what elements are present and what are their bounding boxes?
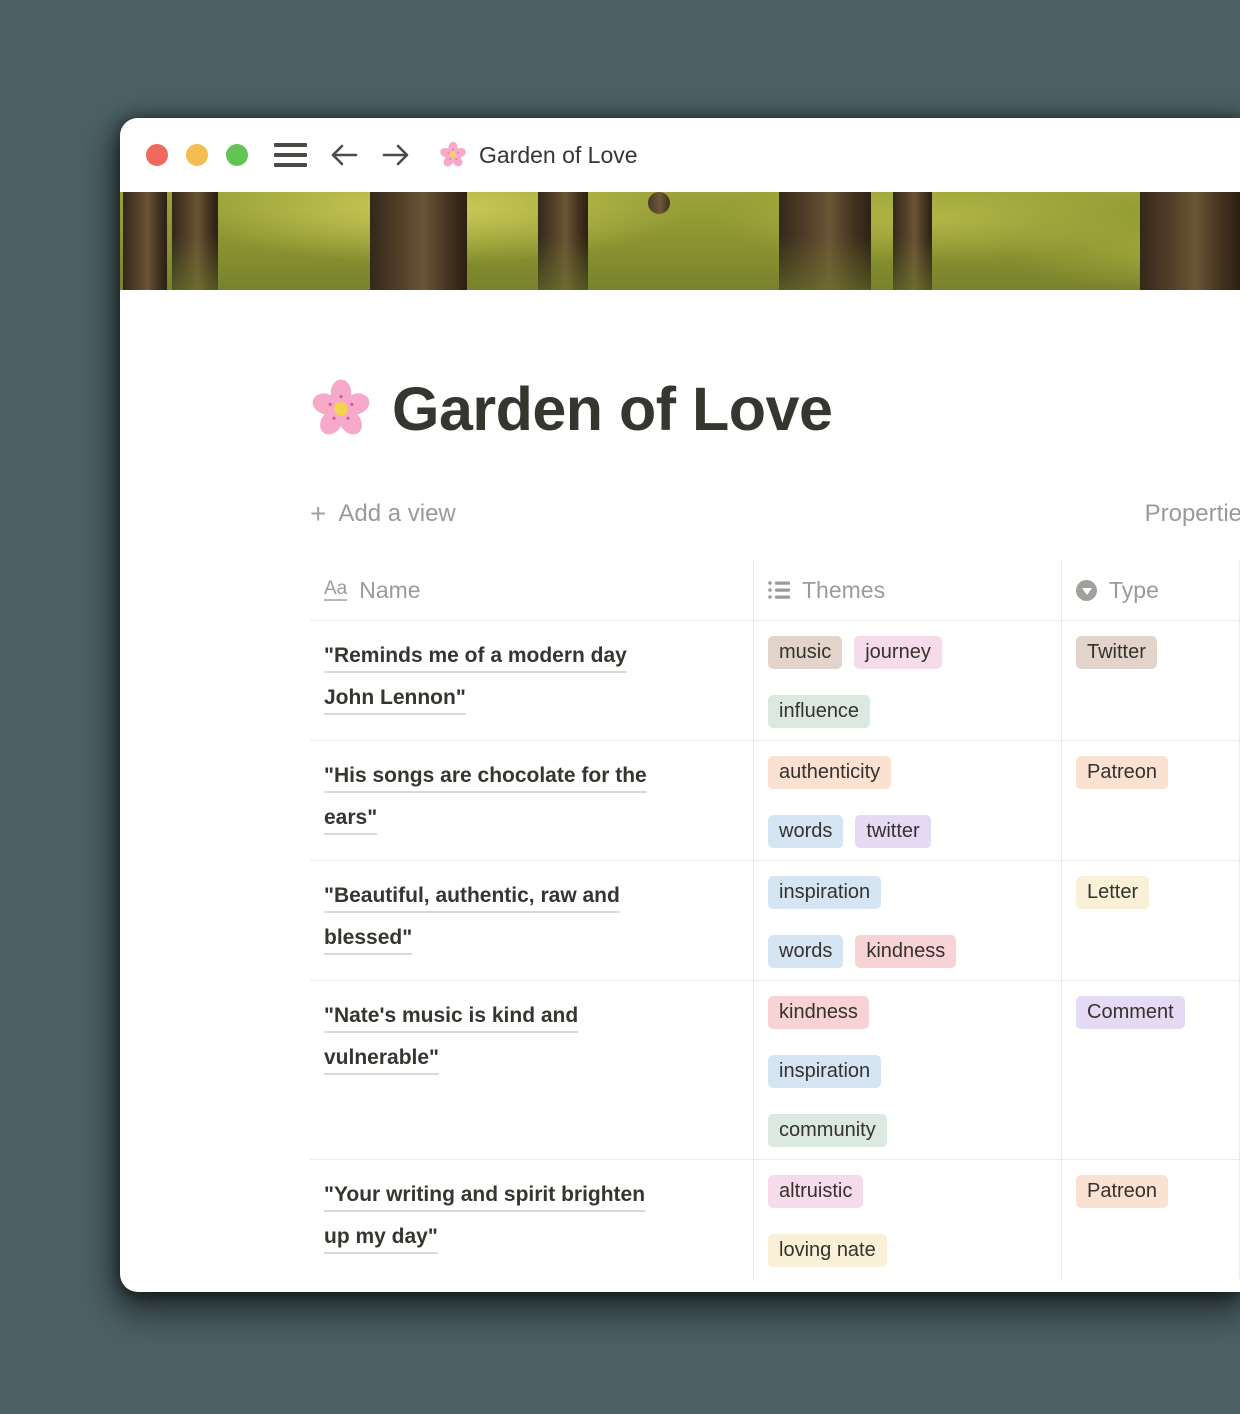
close-button[interactable] <box>146 144 168 166</box>
tree-trunk <box>172 192 218 290</box>
theme-tag: altruistic <box>768 1175 863 1208</box>
name-cell[interactable]: "His songs are chocolate for the ears" <box>310 741 753 860</box>
back-arrow-icon <box>329 142 359 168</box>
name-cell[interactable]: "Reminds me of a modern day John Lennon" <box>310 621 753 740</box>
cover-image <box>120 192 1240 290</box>
theme-tag: kindness <box>768 996 869 1029</box>
tree-trunk <box>370 192 467 290</box>
table-header-row: Aa Name Themes Type <box>310 560 1240 620</box>
theme-tag: community <box>768 1114 887 1147</box>
row-title[interactable]: "His songs are chocolate for the ears" <box>324 764 647 835</box>
view-toolbar: + Add a view Properties <box>310 490 1240 538</box>
row-title[interactable]: "Reminds me of a modern day John Lennon" <box>324 644 627 715</box>
cherry-blossom-icon <box>439 141 467 169</box>
titlebar-title: Garden of Love <box>479 142 638 169</box>
table-row: "Beautiful, authentic, raw and blessed" … <box>310 860 1240 980</box>
type-tag: Patreon <box>1076 756 1168 789</box>
theme-tag: loving nate <box>768 1234 887 1267</box>
theme-tag: music <box>768 636 842 669</box>
column-label: Name <box>359 577 420 604</box>
add-view-button[interactable]: + Add a view <box>310 498 456 530</box>
theme-tag: inspiration <box>768 1055 881 1088</box>
tree-trunk <box>1140 192 1240 290</box>
forward-arrow-icon <box>381 142 411 168</box>
row-title[interactable]: "Your writing and spirit brighten up my … <box>324 1183 645 1254</box>
menu-icon[interactable] <box>274 143 307 167</box>
column-header-type[interactable]: Type <box>1061 560 1240 620</box>
back-button[interactable] <box>329 142 359 168</box>
tree-trunk <box>648 192 670 214</box>
count-calculation[interactable]: COUNT 6 <box>310 1279 753 1292</box>
cherry-blossom-icon[interactable] <box>310 378 372 440</box>
title-property-icon: Aa <box>324 579 347 601</box>
type-cell[interactable]: Comment <box>1061 981 1240 1159</box>
select-property-icon <box>1076 580 1097 601</box>
type-tag: Twitter <box>1076 636 1157 669</box>
add-view-label: Add a view <box>338 500 455 528</box>
type-tag: Comment <box>1076 996 1185 1029</box>
themes-cell[interactable]: altruistic loving nate <box>753 1160 1061 1279</box>
tree-trunk <box>538 192 588 290</box>
window-titlebar: Garden of Love <box>120 118 1240 192</box>
theme-tag: twitter <box>855 815 930 848</box>
type-tag: Patreon <box>1076 1175 1168 1208</box>
type-cell[interactable]: Letter <box>1061 861 1240 980</box>
minimize-button[interactable] <box>186 144 208 166</box>
table-row: "Nate's music is kind and vulnerable" ki… <box>310 980 1240 1159</box>
name-cell[interactable]: "Beautiful, authentic, raw and blessed" <box>310 861 753 980</box>
theme-tag: kindness <box>855 935 956 968</box>
traffic-lights <box>146 144 248 166</box>
notion-window: Garden of Love <box>120 118 1240 1292</box>
type-tag: Letter <box>1076 876 1149 909</box>
properties-button[interactable]: Properties <box>1145 500 1240 528</box>
type-cell[interactable]: Patreon <box>1061 741 1240 860</box>
zoom-button[interactable] <box>226 144 248 166</box>
tree-trunk <box>123 192 167 290</box>
database-table: Aa Name Themes Type <box>310 560 1240 1292</box>
name-cell[interactable]: "Your writing and spirit brighten up my … <box>310 1160 753 1279</box>
name-cell[interactable]: "Nate's music is kind and vulnerable" <box>310 981 753 1159</box>
column-header-name[interactable]: Aa Name <box>310 560 753 620</box>
theme-tag: authenticity <box>768 756 891 789</box>
themes-cell[interactable]: inspiration words kindness <box>753 861 1061 980</box>
table-footer: COUNT 6 <box>310 1279 1240 1292</box>
theme-tag: inspiration <box>768 876 881 909</box>
theme-tag: words <box>768 815 843 848</box>
column-label: Type <box>1109 577 1159 604</box>
theme-tag: influence <box>768 695 870 728</box>
table-row: "His songs are chocolate for the ears" a… <box>310 740 1240 860</box>
column-label: Themes <box>802 577 885 604</box>
multi-select-icon <box>768 580 790 600</box>
theme-tag: words <box>768 935 843 968</box>
theme-tag: journey <box>854 636 942 669</box>
themes-cell[interactable]: music journey influence <box>753 621 1061 740</box>
table-row: "Reminds me of a modern day John Lennon"… <box>310 620 1240 740</box>
tree-trunk <box>779 192 871 290</box>
page-header: Garden of Love <box>310 374 1240 444</box>
forward-button[interactable] <box>381 142 411 168</box>
column-header-themes[interactable]: Themes <box>753 560 1061 620</box>
type-cell[interactable]: Patreon <box>1061 1160 1240 1279</box>
tree-trunk <box>893 192 932 290</box>
themes-cell[interactable]: kindness inspiration community <box>753 981 1061 1159</box>
page-title[interactable]: Garden of Love <box>392 374 832 444</box>
type-cell[interactable]: Twitter <box>1061 621 1240 740</box>
row-title[interactable]: "Nate's music is kind and vulnerable" <box>324 1004 578 1075</box>
themes-cell[interactable]: authenticity words twitter <box>753 741 1061 860</box>
table-row: "Your writing and spirit brighten up my … <box>310 1159 1240 1279</box>
plus-icon: + <box>310 498 326 530</box>
row-title[interactable]: "Beautiful, authentic, raw and blessed" <box>324 884 620 955</box>
